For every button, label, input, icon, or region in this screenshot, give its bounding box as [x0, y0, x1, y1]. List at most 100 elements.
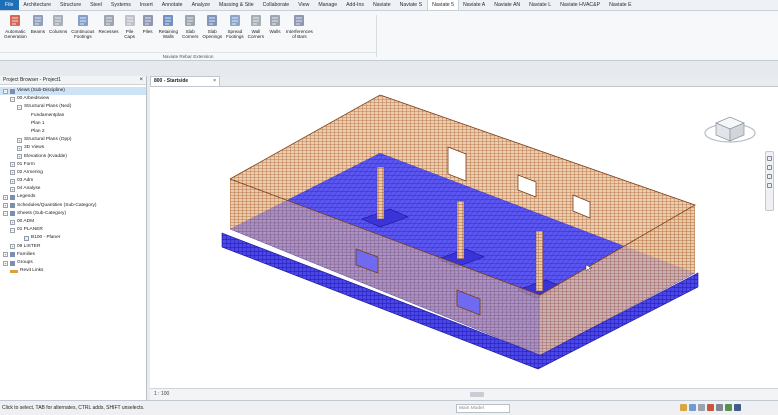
rebar-3d-model[interactable]	[150, 87, 778, 389]
tree-node[interactable]: +04 Analyse	[0, 185, 146, 193]
tree-node[interactable]: B100 - Planer	[0, 234, 146, 242]
tree-node[interactable]: −01 PLANER	[0, 226, 146, 234]
tree-node[interactable]: −00 Arbeidsview	[0, 95, 146, 103]
ribbon-tab-analyze[interactable]: Analyze	[188, 0, 215, 10]
pan-icon[interactable]	[767, 174, 772, 179]
worksets-icon[interactable]	[680, 404, 687, 411]
tool-columns-button[interactable]: Columns	[47, 13, 69, 51]
expand-icon[interactable]: +	[3, 203, 8, 209]
tree-node[interactable]: + Elevations (Kvadde)	[0, 153, 146, 161]
ribbon-tab-add-ins[interactable]: Add-Ins	[342, 0, 369, 10]
view-tab-label: 800 - Startside	[154, 78, 189, 84]
expand-icon[interactable]: +	[3, 260, 8, 266]
tool-wall-corners-button[interactable]: Wall Corners	[246, 13, 266, 51]
tree-node[interactable]: +02 Armering	[0, 169, 146, 177]
tree-node-label: Plan 1	[31, 120, 45, 126]
tree-node[interactable]: Plan 2	[0, 128, 146, 136]
ribbon-tab-architecture[interactable]: Architecture	[19, 0, 56, 10]
tool-piles-button[interactable]: Piles	[139, 13, 157, 51]
expand-icon[interactable]: +	[10, 178, 15, 184]
ribbon-tab-naviate-a[interactable]: Naviate A	[459, 0, 490, 10]
collapse-icon[interactable]: −	[10, 96, 15, 102]
tool-auto-generation-button[interactable]: Automatic Generation	[2, 13, 29, 51]
collapse-icon[interactable]: −	[3, 88, 8, 94]
ribbon-tab-manage[interactable]: Manage	[314, 0, 342, 10]
viewcube-icon[interactable]	[704, 116, 756, 143]
expand-icon[interactable]: +	[3, 252, 8, 258]
expand-icon[interactable]: +	[10, 186, 15, 192]
ribbon-tab-naviate-5[interactable]: Naviate 5	[427, 0, 459, 10]
ribbon-tab-naviate-e[interactable]: Naviate E	[605, 0, 637, 10]
expand-icon[interactable]: +	[17, 137, 22, 143]
orbit-icon[interactable]	[767, 183, 772, 188]
select-links-icon[interactable]	[698, 404, 705, 411]
view-scale[interactable]: 1 : 100	[154, 390, 169, 399]
tool-recesses-button[interactable]: Recesses	[96, 13, 120, 51]
tree-node[interactable]: Plan 1	[0, 120, 146, 128]
ribbon-tab-view[interactable]: View	[294, 0, 314, 10]
view-tab-close-icon[interactable]: ×	[213, 77, 216, 86]
tree-node[interactable]: − Views (Sub-Discipline)	[0, 87, 146, 96]
ribbon-tab-file[interactable]: File	[0, 0, 20, 10]
expand-icon[interactable]: +	[17, 154, 22, 160]
navigation-bar[interactable]	[765, 151, 774, 211]
horizontal-scrollbar-thumb[interactable]	[470, 392, 484, 397]
tool-spread-footings-button[interactable]: Spread Footings	[224, 13, 246, 51]
tree-node[interactable]: − Structural Plans (Ned)	[0, 103, 146, 111]
project-browser-close-icon[interactable]: ×	[139, 76, 143, 85]
steering-wheel-icon[interactable]	[767, 156, 772, 161]
tree-node[interactable]: + Legends	[0, 193, 146, 201]
ribbon-tab-massing-site[interactable]: Massing & Site	[215, 0, 259, 10]
tree-node[interactable]: + Families	[0, 251, 146, 259]
tool-retaining-walls-button[interactable]: Retaining Walls	[157, 13, 180, 51]
tree-node[interactable]: +00 ADM	[0, 218, 146, 226]
tool-slab-openings-button[interactable]: Slab Openings	[200, 13, 224, 51]
collapse-icon[interactable]: −	[10, 227, 15, 233]
ribbon-tab-collaborate[interactable]: Collaborate	[259, 0, 295, 10]
expand-icon[interactable]: +	[10, 162, 15, 168]
tree-node[interactable]: + Schedules/Quantities (Sub-Category)	[0, 202, 146, 210]
tree-node[interactable]: + Structural Plans (Opp)	[0, 136, 146, 144]
design-options-icon[interactable]	[689, 404, 696, 411]
tree-node[interactable]: − Sheets (Sub-Category)	[0, 210, 146, 218]
expand-icon[interactable]: +	[10, 170, 15, 176]
drag-elements-icon[interactable]	[725, 404, 732, 411]
ribbon-tab-naviate-an[interactable]: Naviate AN	[490, 0, 525, 10]
tool-pile-caps-button[interactable]: Pile Caps	[121, 13, 139, 51]
select-by-face-icon[interactable]	[716, 404, 723, 411]
ribbon-tab-naviate-s[interactable]: Naviate S	[396, 0, 428, 10]
expand-icon[interactable]: +	[17, 145, 22, 151]
tool-beams-button[interactable]: Beams	[29, 13, 47, 51]
zoom-icon[interactable]	[767, 165, 772, 170]
tree-node[interactable]: +09 LISTER	[0, 243, 146, 251]
tree-node[interactable]: Fundamentplan	[0, 112, 146, 120]
project-browser-title: Project Browser - Project1 ×	[0, 76, 146, 85]
tool-walls-button[interactable]: Walls	[266, 13, 284, 51]
ribbon-tab-systems[interactable]: Systems	[107, 0, 136, 10]
active-model-field[interactable]: Main Model	[456, 404, 510, 413]
ribbon-tab-steel[interactable]: Steel	[86, 0, 107, 10]
tree-node[interactable]: +03 Adm	[0, 177, 146, 185]
collapse-icon[interactable]: −	[3, 211, 8, 217]
collapse-icon[interactable]: −	[17, 104, 22, 110]
filter-icon[interactable]	[734, 404, 741, 411]
tool-interferences-button[interactable]: Interferences of Bars	[284, 13, 315, 51]
ribbon-tab-structure[interactable]: Structure	[56, 0, 86, 10]
tool-slab-corners-button[interactable]: Slab Corners	[180, 13, 200, 51]
view-tab-startside[interactable]: 800 - Startside ×	[150, 76, 220, 86]
expand-icon[interactable]: +	[3, 195, 8, 201]
ribbon-tab-insert[interactable]: Insert	[136, 0, 158, 10]
drawing-canvas[interactable]	[150, 86, 778, 388]
ribbon-tab-naviate-l[interactable]: Naviate L	[525, 0, 556, 10]
tree-node[interactable]: Revit Links	[0, 267, 146, 275]
tree-node[interactable]: +01 Form	[0, 161, 146, 169]
tool-continuous-footings-button[interactable]: Continuous Footings	[69, 13, 96, 51]
ribbon-tab-naviate[interactable]: Naviate	[369, 0, 396, 10]
tree-node[interactable]: + Groups	[0, 259, 146, 267]
ribbon-tab-naviate-hvac-p[interactable]: Naviate HVAC&P	[556, 0, 605, 10]
ribbon-tab-annotate[interactable]: Annotate	[158, 0, 188, 10]
select-pinned-icon[interactable]	[707, 404, 714, 411]
tree-node[interactable]: +3D Views	[0, 144, 146, 152]
expand-icon[interactable]: +	[10, 244, 15, 250]
expand-icon[interactable]: +	[10, 219, 15, 225]
